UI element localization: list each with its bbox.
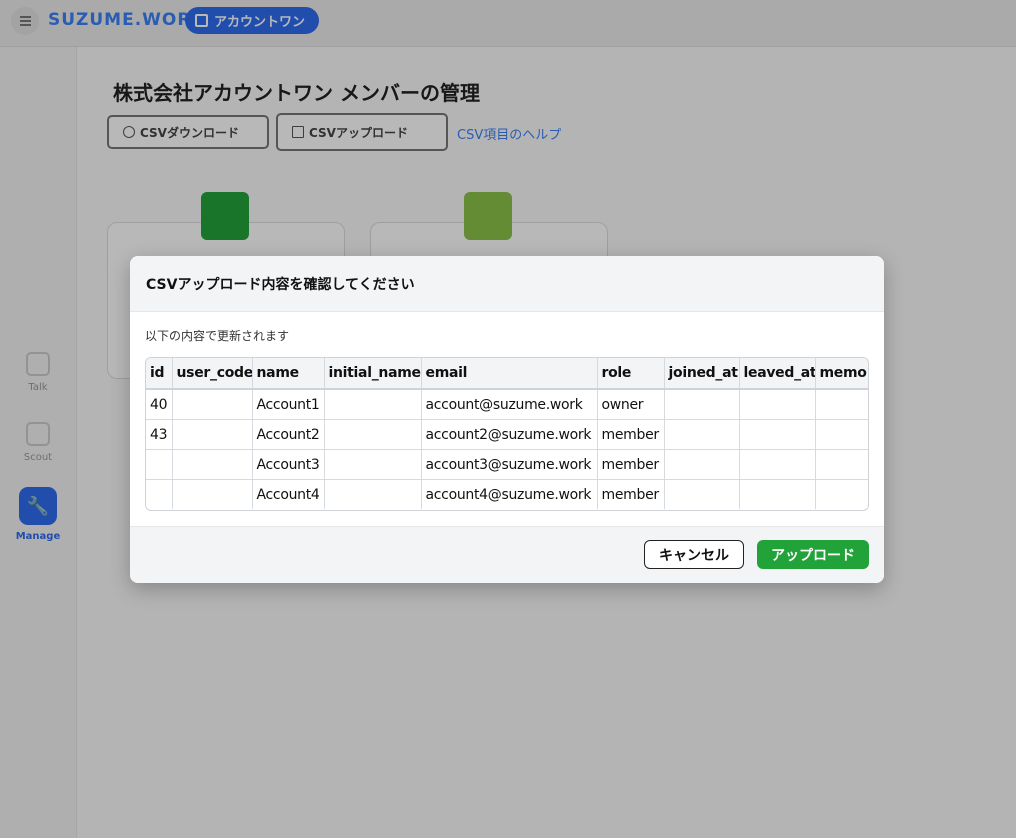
table-cell [172,479,253,509]
column-header-role: role [597,358,665,390]
table-cell [664,419,740,450]
table-cell [172,389,253,420]
column-header-id: id [146,358,173,390]
table-header-row: id user_code name initial_name email rol… [146,358,868,390]
table-cell: member [597,479,665,509]
table-cell [739,419,816,450]
table-cell: 40 [146,389,173,420]
preview-table-container[interactable]: id user_code name initial_name email rol… [145,357,869,511]
column-header-leaved-at: leaved_at [739,358,816,390]
csv-upload-confirm-dialog: CSVアップロード内容を確認してください 以下の内容で更新されます id use… [130,256,884,583]
table-row: 40 Account1 account@suzume.work owner [146,389,868,420]
table-cell [324,419,422,450]
dialog-body: 以下の内容で更新されます id user_code name initial_n… [130,312,884,526]
column-header-name: name [252,358,325,390]
column-header-memo: memo [815,358,868,390]
table-cell [324,479,422,509]
table-cell [172,419,253,450]
table-cell [815,389,868,420]
column-header-user-code: user_code [172,358,253,390]
table-cell: account4@suzume.work [421,479,598,509]
table-cell [664,449,740,480]
table-row: Account3 account3@suzume.work member [146,449,868,480]
column-header-joined-at: joined_at [664,358,740,390]
dialog-footer: キャンセル アップロード [130,526,884,583]
table-cell [739,449,816,480]
table-row: Account4 account4@suzume.work member [146,479,868,510]
table-cell: member [597,419,665,450]
dialog-title: CSVアップロード内容を確認してください [146,276,415,293]
table-cell [664,389,740,420]
table-cell: account2@suzume.work [421,419,598,450]
cancel-button[interactable]: キャンセル [644,540,744,569]
table-cell [324,389,422,420]
table-row: 43 Account2 account2@suzume.work member [146,419,868,450]
table-cell [739,479,816,509]
table-cell: account3@suzume.work [421,449,598,480]
table-cell [146,479,173,509]
table-cell [172,449,253,480]
table-cell [146,449,173,480]
table-cell: account@suzume.work [421,389,598,420]
table-cell [739,389,816,420]
preview-table: id user_code name initial_name email rol… [146,358,868,510]
table-cell: Account4 [252,479,325,509]
table-cell: Account3 [252,449,325,480]
table-cell [815,480,868,510]
table-cell [815,449,868,480]
table-cell: Account1 [252,389,325,420]
table-cell: member [597,449,665,480]
dialog-subtitle: 以下の内容で更新されます [145,329,290,343]
table-cell [324,449,422,480]
dialog-header: CSVアップロード内容を確認してください [130,256,884,312]
table-cell: 43 [146,419,173,450]
table-cell [815,419,868,450]
upload-button[interactable]: アップロード [757,540,869,569]
column-header-email: email [421,358,598,390]
table-cell [664,479,740,509]
table-cell: Account2 [252,419,325,450]
column-header-initial-name: initial_name [324,358,422,390]
table-cell: owner [597,389,665,420]
